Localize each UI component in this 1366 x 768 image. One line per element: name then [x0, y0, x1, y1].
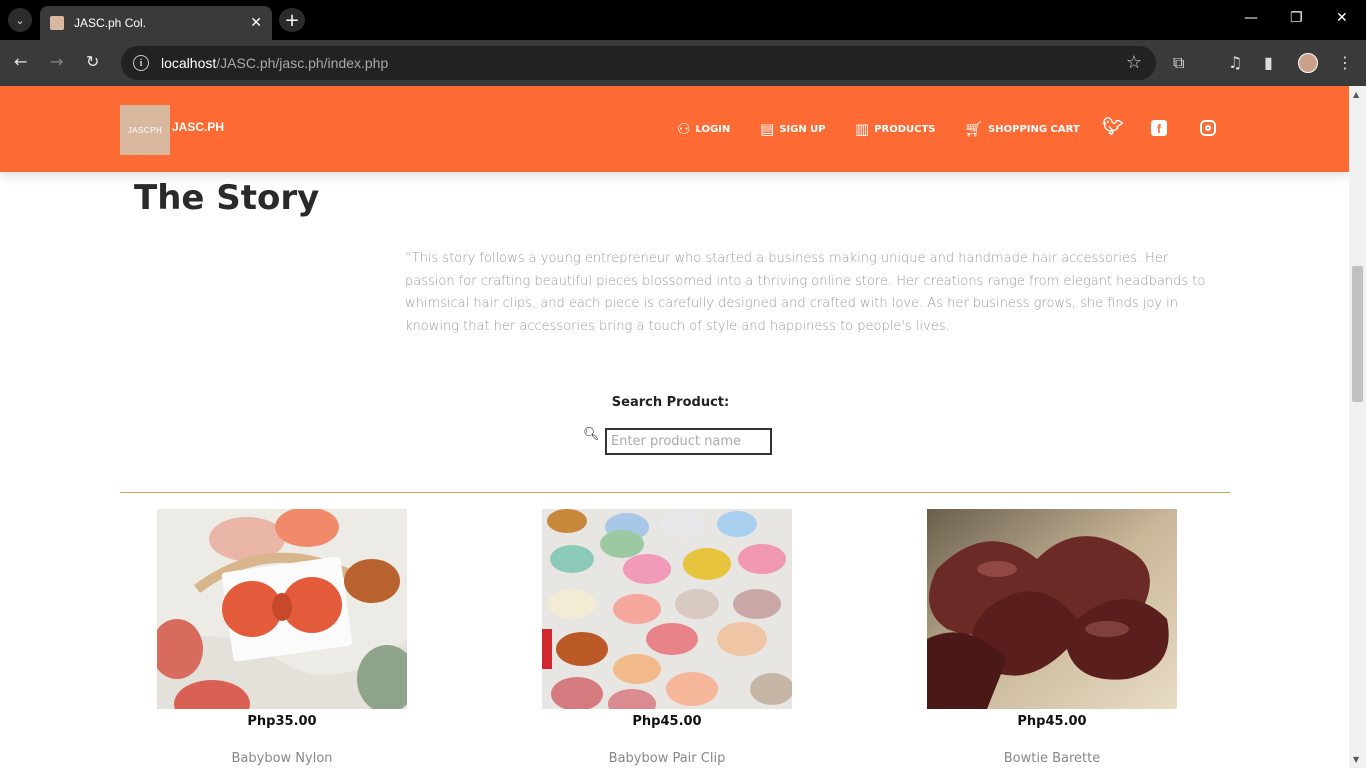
- nav-signup-label: SIGN UP: [779, 123, 826, 135]
- favicon-icon: [50, 16, 64, 30]
- product-name[interactable]: Bowtie Barette: [927, 751, 1177, 766]
- browser-toolbar: ← → ↻ i localhost/JASC.ph/jasc.ph/index.…: [0, 40, 1366, 86]
- search-input[interactable]: [605, 428, 772, 455]
- back-icon[interactable]: ←: [14, 52, 27, 71]
- profile-avatar[interactable]: [1298, 53, 1318, 73]
- facebook-icon[interactable]: f: [1151, 120, 1167, 136]
- product-card[interactable]: Php45.00 Babybow Pair Clip: [542, 509, 792, 766]
- forward-icon[interactable]: →: [50, 52, 63, 71]
- product-name[interactable]: Babybow Nylon: [157, 751, 407, 766]
- web-page: JASCPH JASC.PH ⚇ LOGIN ▤ SIGN UP ▥ PRODU…: [0, 86, 1349, 768]
- product-image[interactable]: [157, 509, 407, 709]
- site-info-icon[interactable]: i: [133, 55, 149, 71]
- restore-icon[interactable]: ❐: [1290, 10, 1303, 26]
- section-divider: [120, 492, 1230, 493]
- tab-close-icon[interactable]: ✕: [250, 15, 262, 31]
- story-title: The Story: [134, 178, 320, 218]
- nav-signup[interactable]: ▤ SIGN UP: [760, 120, 826, 138]
- product-price: Php35.00: [247, 714, 317, 729]
- close-window-icon[interactable]: ✕: [1336, 10, 1348, 26]
- product-name[interactable]: Babybow Pair Clip: [542, 751, 792, 766]
- url-host: localhost: [161, 55, 217, 71]
- address-bar[interactable]: i localhost/JASC.ph/jasc.ph/index.php ☆: [121, 46, 1156, 80]
- story-text: “This story follows a young entrepreneur…: [405, 251, 1206, 334]
- site-logo[interactable]: JASCPH: [120, 105, 170, 155]
- media-control-icon[interactable]: ♫: [1228, 53, 1242, 72]
- site-header: JASCPH JASC.PH ⚇ LOGIN ▤ SIGN UP ▥ PRODU…: [0, 86, 1349, 172]
- product-card[interactable]: Php35.00 Babybow Nylon: [157, 509, 407, 766]
- bookmark-star-icon[interactable]: ☆: [1126, 52, 1142, 73]
- browser-tab-bar: ⌄ JASC.ph Col. ✕ + — ❐ ✕: [0, 0, 1366, 40]
- nav-products[interactable]: ▥ PRODUCTS: [855, 120, 936, 138]
- nav-login[interactable]: ⚇ LOGIN: [677, 120, 730, 138]
- scroll-down-icon[interactable]: ▼: [1353, 755, 1359, 764]
- products-icon: ▥: [855, 120, 870, 138]
- search-label: Search Product:: [611, 395, 730, 410]
- browser-menu-icon[interactable]: ⋮: [1337, 53, 1353, 72]
- nav-login-label: LOGIN: [695, 123, 731, 135]
- product-card[interactable]: Php45.00 Bowtie Barette: [927, 509, 1177, 766]
- side-panel-icon[interactable]: ▮: [1264, 53, 1273, 72]
- tab-search-button[interactable]: ⌄: [8, 8, 32, 32]
- instagram-icon[interactable]: [1200, 120, 1216, 136]
- signup-icon: ▤: [760, 120, 775, 138]
- product-price: Php45.00: [1017, 714, 1087, 729]
- nav-shopping-cart[interactable]: 🛒︎ SHOPPING CART: [964, 120, 1080, 138]
- scroll-up-icon[interactable]: ▲: [1353, 90, 1359, 99]
- nav-products-label: PRODUCTS: [874, 123, 936, 135]
- search-icon: 🔍︎: [583, 427, 600, 442]
- twitter-icon[interactable]: 🐦︎: [1102, 117, 1124, 137]
- new-tab-button[interactable]: +: [279, 8, 305, 32]
- cart-icon: 🛒︎: [964, 120, 984, 138]
- extensions-icon[interactable]: ⧉: [1173, 53, 1184, 73]
- brand-name[interactable]: JASC.PH: [172, 120, 224, 134]
- scroll-thumb[interactable]: [1352, 266, 1363, 402]
- reload-icon[interactable]: ↻: [86, 52, 99, 71]
- page-scrollbar[interactable]: ▲ ▼: [1349, 86, 1366, 768]
- nav-cart-label: SHOPPING CART: [988, 123, 1080, 135]
- product-image[interactable]: [927, 509, 1177, 709]
- product-price: Php45.00: [632, 714, 702, 729]
- product-image[interactable]: [542, 509, 792, 709]
- browser-tab[interactable]: JASC.ph Col. ✕: [40, 6, 272, 40]
- user-icon: ⚇: [677, 120, 691, 138]
- url-path: /JASC.ph/jasc.ph/index.php: [216, 55, 389, 71]
- minimize-icon[interactable]: —: [1244, 10, 1258, 26]
- tab-title: JASC.ph Col.: [74, 16, 147, 30]
